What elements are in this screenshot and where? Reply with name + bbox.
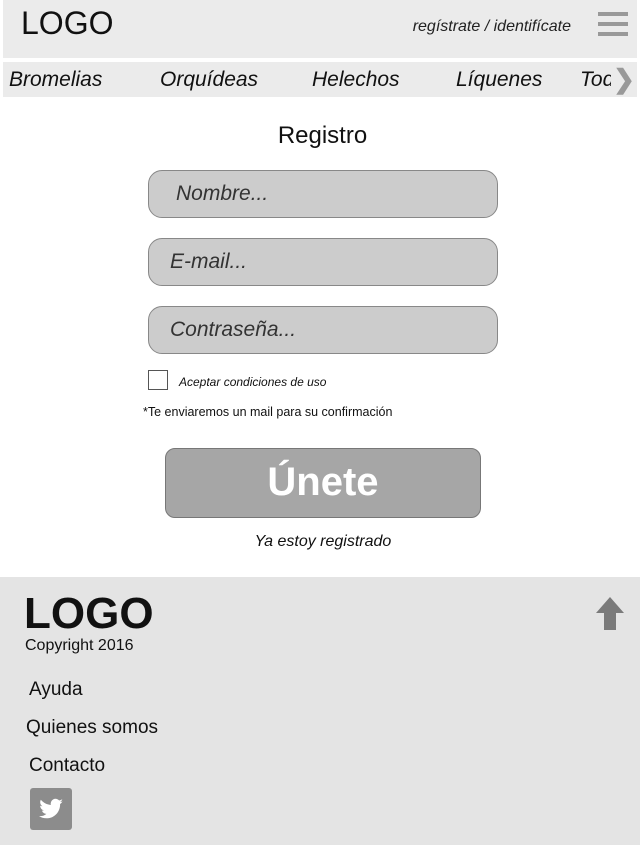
chevron-right-icon[interactable]: ❯ xyxy=(611,64,637,95)
register-login-link[interactable]: regístrate / identifícate xyxy=(413,18,571,36)
nav-item-helechos[interactable]: Helechos xyxy=(312,68,400,92)
email-placeholder: E-mail... xyxy=(170,250,248,273)
password-field[interactable]: Contraseña... xyxy=(148,306,498,354)
name-field[interactable]: Nombre... xyxy=(148,170,498,218)
arrow-up-icon[interactable] xyxy=(596,597,624,631)
nav-item-orquideas[interactable]: Orquídeas xyxy=(160,68,258,92)
header: LOGO regístrate / identifícate xyxy=(3,0,637,58)
footer: LOGO Copyright 2016 Ayuda Quienes somos … xyxy=(0,577,640,845)
already-registered-link[interactable]: Ya estoy registrado xyxy=(0,533,640,551)
twitter-icon[interactable] xyxy=(30,788,72,830)
email-field[interactable]: E-mail... xyxy=(148,238,498,286)
hamburger-menu-icon[interactable] xyxy=(598,12,628,36)
join-button[interactable]: Únete xyxy=(165,448,481,518)
nav-item-bromelias[interactable]: Bromelias xyxy=(9,68,102,92)
name-placeholder: Nombre... xyxy=(176,182,269,205)
form-title: Registro xyxy=(277,122,368,149)
header-logo[interactable]: LOGO xyxy=(21,5,113,42)
footer-link-ayuda[interactable]: Ayuda xyxy=(29,679,83,701)
footer-link-quienes-somos[interactable]: Quienes somos xyxy=(26,717,158,739)
password-placeholder: Contraseña... xyxy=(170,318,297,341)
confirmation-note: *Te enviaremos un mail para su confirmac… xyxy=(143,405,393,419)
footer-link-contacto[interactable]: Contacto xyxy=(29,755,105,777)
copyright-text: Copyright 2016 xyxy=(25,637,134,654)
category-nav: Bromelias Orquídeas Helechos Líquenes To… xyxy=(3,62,637,97)
nav-item-liquenes[interactable]: Líquenes xyxy=(456,68,542,92)
footer-logo: LOGO xyxy=(24,589,154,638)
terms-checkbox[interactable] xyxy=(148,370,168,390)
terms-label: Aceptar condiciones de uso xyxy=(179,375,327,389)
